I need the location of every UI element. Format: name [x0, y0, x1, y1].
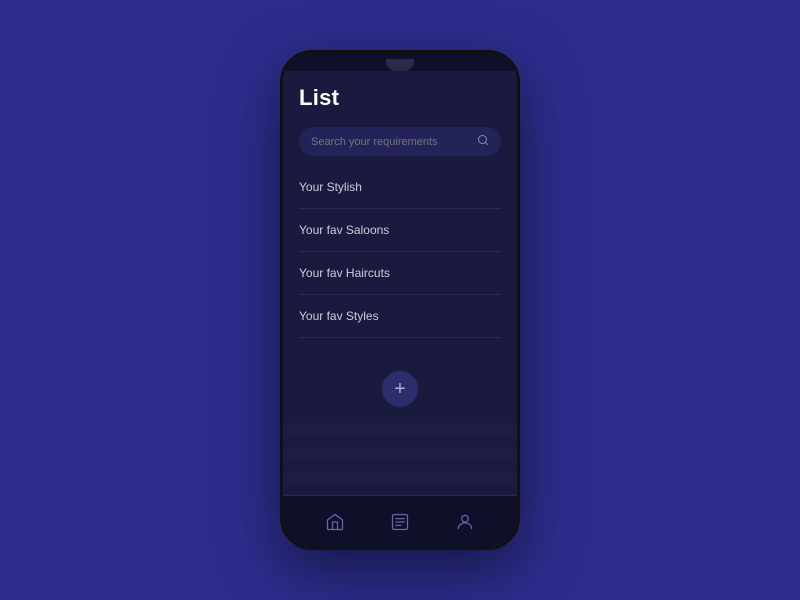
- nav-profile-icon[interactable]: [455, 512, 475, 532]
- list-item[interactable]: Your fav Haircuts: [299, 252, 501, 295]
- add-button-area: +: [283, 355, 517, 415]
- list-item[interactable]: Your Stylish: [299, 166, 501, 209]
- list-container: Your Stylish Your fav Saloons Your fav H…: [283, 166, 517, 355]
- list-item[interactable]: Your fav Saloons: [299, 209, 501, 252]
- add-button[interactable]: +: [382, 371, 418, 407]
- phone-frame: List Your Stylish Your fav Saloons Your …: [280, 50, 520, 550]
- bottom-navigation: [283, 495, 517, 547]
- search-icon: [477, 134, 489, 149]
- nav-list-icon[interactable]: [390, 512, 410, 532]
- list-item[interactable]: Your fav Styles: [299, 295, 501, 338]
- nav-home-icon[interactable]: [325, 512, 345, 532]
- notch-area: [283, 53, 517, 71]
- page-title: List: [299, 85, 501, 111]
- notch: [386, 59, 414, 71]
- app-header: List: [283, 71, 517, 119]
- phone-screen: List Your Stylish Your fav Saloons Your …: [283, 71, 517, 547]
- search-input[interactable]: [311, 136, 471, 148]
- striped-content-area: [283, 415, 517, 495]
- search-bar[interactable]: [299, 127, 501, 156]
